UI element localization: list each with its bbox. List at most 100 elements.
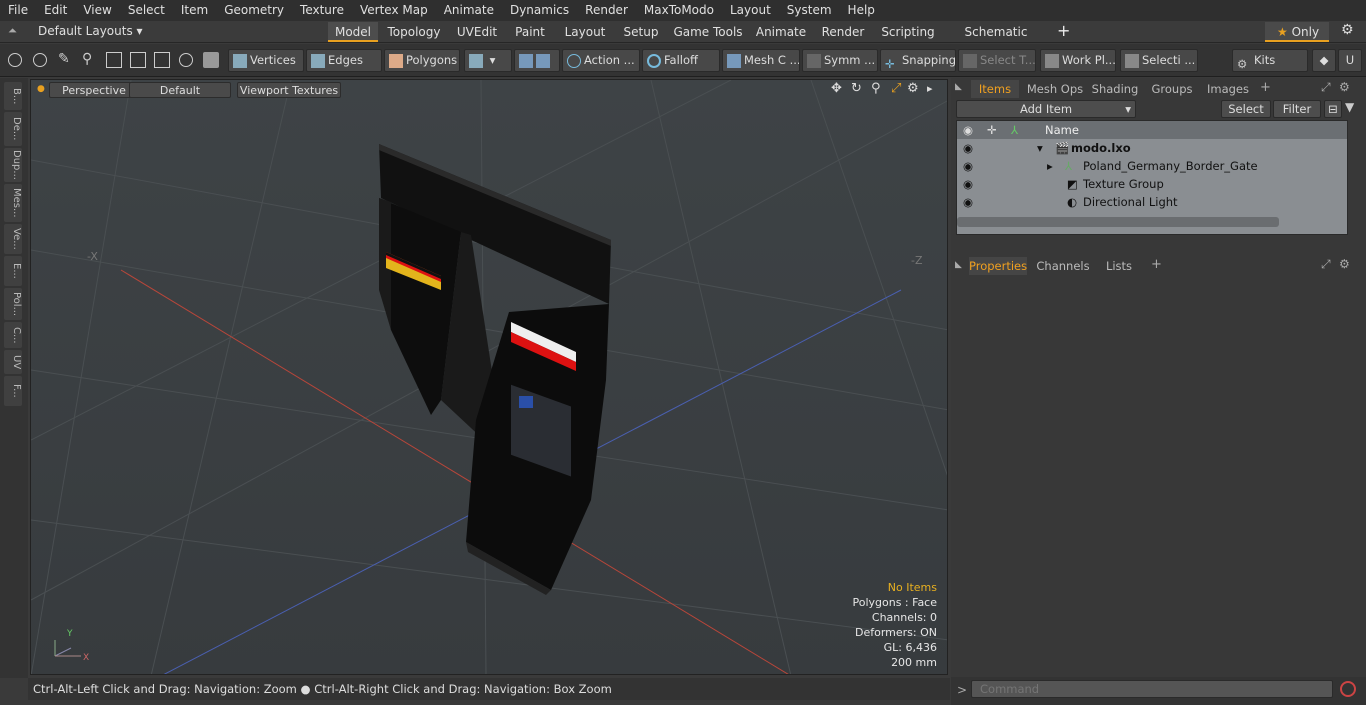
action-button[interactable]: Action ...: [562, 49, 640, 72]
vtab-fusion[interactable]: F...: [4, 376, 22, 406]
tab-images[interactable]: Images: [1203, 80, 1253, 98]
shield-icon[interactable]: [203, 52, 219, 68]
select-t-button[interactable]: Select T...: [958, 49, 1036, 72]
layouts-dropdown[interactable]: Default Layouts ▾: [38, 24, 143, 38]
polygons-button[interactable]: Polygons: [384, 49, 460, 72]
add-panel-tab-icon[interactable]: +: [1260, 80, 1271, 95]
circle-select-icon[interactable]: [8, 53, 22, 67]
menu-view[interactable]: View: [75, 0, 119, 21]
viewport-gear-icon[interactable]: ⚙: [907, 81, 919, 96]
symmetry-toggle[interactable]: [514, 49, 560, 72]
panel-expand-icon[interactable]: ⤢: [1321, 80, 1331, 95]
viewport-expand-icon[interactable]: ▸: [927, 82, 933, 95]
menu-system[interactable]: System: [779, 0, 840, 21]
vtab-deform[interactable]: De...: [4, 112, 22, 146]
shading-dropdown[interactable]: Default: [129, 82, 231, 98]
tab-schematic-fusion[interactable]: Schematic Fusion: [948, 22, 1044, 59]
vtab-vertex[interactable]: Ve...: [4, 224, 22, 254]
vtab-uv[interactable]: UV: [4, 350, 22, 374]
material-button[interactable]: ▾: [464, 49, 512, 72]
menu-select[interactable]: Select: [120, 0, 173, 21]
collapse-list-icon[interactable]: ⊟: [1324, 100, 1342, 118]
zoom-view-icon[interactable]: ⚲: [871, 81, 881, 96]
3d-viewport[interactable]: -X -Z Y X ● Perspective Default Viewport…: [30, 79, 948, 675]
menu-edit[interactable]: Edit: [36, 0, 75, 21]
brush-icon[interactable]: ⚲: [82, 51, 92, 67]
eye-icon[interactable]: ◉: [963, 175, 975, 191]
work-plane-button[interactable]: Work Pl...: [1040, 49, 1116, 72]
symm-button[interactable]: Symm ...: [802, 49, 878, 72]
unity-button[interactable]: ◆: [1312, 49, 1336, 72]
tab-render[interactable]: Render: [818, 22, 868, 42]
unreal-button[interactable]: U: [1338, 49, 1362, 72]
box-icon[interactable]: [154, 52, 170, 68]
command-input[interactable]: [971, 680, 1333, 698]
rotate-view-icon[interactable]: ↻: [851, 81, 862, 96]
falloff-button[interactable]: Falloff: [642, 49, 720, 72]
filter-button[interactable]: Filter: [1273, 100, 1321, 118]
horizontal-scrollbar[interactable]: [957, 217, 1279, 227]
tab-groups[interactable]: Groups: [1147, 80, 1197, 98]
edges-button[interactable]: Edges: [306, 49, 382, 72]
gear-icon[interactable]: ⚙: [1341, 22, 1354, 38]
menu-render[interactable]: Render: [577, 0, 636, 21]
viewport-menu-dot[interactable]: ●: [37, 84, 45, 94]
add-props-tab-icon[interactable]: +: [1151, 257, 1162, 272]
vtab-basic[interactable]: B...: [4, 82, 22, 110]
menu-geometry[interactable]: Geometry: [216, 0, 292, 21]
menu-file[interactable]: File: [0, 0, 36, 21]
menu-help[interactable]: Help: [840, 0, 883, 21]
tab-scripting[interactable]: Scripting: [878, 22, 938, 42]
eye-icon[interactable]: ◉: [963, 157, 975, 173]
list-item[interactable]: ◉ ◐ Directional Light: [957, 193, 1347, 211]
mesh-button[interactable]: Mesh C ...: [722, 49, 800, 72]
selection-button[interactable]: Selecti ...: [1120, 49, 1198, 72]
maximize-view-icon[interactable]: ⤢: [891, 81, 901, 96]
tab-setup[interactable]: Setup: [618, 22, 664, 42]
add-item-button[interactable]: Add Item ▾: [956, 100, 1136, 118]
items-panel-menu-icon[interactable]: ◣: [955, 82, 962, 92]
pen-icon[interactable]: ✎: [58, 51, 70, 67]
tab-model[interactable]: Model: [328, 22, 378, 42]
menu-animate[interactable]: Animate: [436, 0, 502, 21]
vtab-polygon[interactable]: Pol...: [4, 288, 22, 320]
tab-topology[interactable]: Topology: [384, 22, 444, 42]
transform-icon[interactable]: [130, 52, 146, 68]
align-icon[interactable]: [106, 52, 122, 68]
vertices-button[interactable]: Vertices: [228, 49, 304, 72]
tab-channels[interactable]: Channels: [1035, 257, 1091, 275]
tab-shading[interactable]: Shading: [1089, 80, 1141, 98]
textures-dropdown[interactable]: Viewport Textures: [237, 82, 341, 98]
select-button[interactable]: Select: [1221, 100, 1271, 118]
tab-paint[interactable]: Paint: [510, 22, 550, 42]
list-item[interactable]: ◉ ▸ ⅄ Poland_Germany_Border_Gate: [957, 157, 1347, 175]
record-icon[interactable]: [1340, 681, 1356, 697]
expand-arrow-icon[interactable]: ▸: [1047, 157, 1053, 175]
sphere-icon[interactable]: [179, 53, 193, 67]
tab-layout[interactable]: Layout: [560, 22, 610, 42]
name-column-header[interactable]: Name: [1045, 121, 1079, 139]
move-view-icon[interactable]: ✥: [831, 81, 842, 96]
props-panel-menu-icon[interactable]: ◣: [955, 260, 962, 270]
tab-animate[interactable]: Animate: [752, 22, 810, 42]
menu-vertex-map[interactable]: Vertex Map: [352, 0, 436, 21]
tab-uvedit[interactable]: UVEdit: [452, 22, 502, 42]
tab-items[interactable]: Items: [971, 80, 1019, 98]
snapping-button[interactable]: ✛ Snapping: [880, 49, 956, 72]
expand-arrow-icon[interactable]: ▾: [1037, 139, 1043, 157]
menu-texture[interactable]: Texture: [292, 0, 352, 21]
collapse-icon[interactable]: ⏶: [8, 24, 17, 38]
panel-gear-icon[interactable]: ⚙: [1339, 80, 1350, 94]
eye-icon[interactable]: ◉: [963, 193, 975, 209]
kits-button[interactable]: ⚙ Kits: [1232, 49, 1308, 72]
funnel-icon[interactable]: ▼: [1345, 100, 1354, 114]
vtab-mesh[interactable]: Mes...: [4, 184, 22, 222]
globe-icon[interactable]: [33, 53, 47, 67]
tab-lists[interactable]: Lists: [1097, 257, 1141, 275]
vtab-curve[interactable]: C...: [4, 322, 22, 348]
vtab-duplicate[interactable]: Dup...: [4, 148, 22, 182]
perspective-dropdown[interactable]: Perspective: [49, 82, 139, 98]
props-expand-icon[interactable]: ⤢: [1321, 257, 1331, 272]
tab-properties[interactable]: Properties: [969, 257, 1027, 275]
menu-layout[interactable]: Layout: [722, 0, 779, 21]
